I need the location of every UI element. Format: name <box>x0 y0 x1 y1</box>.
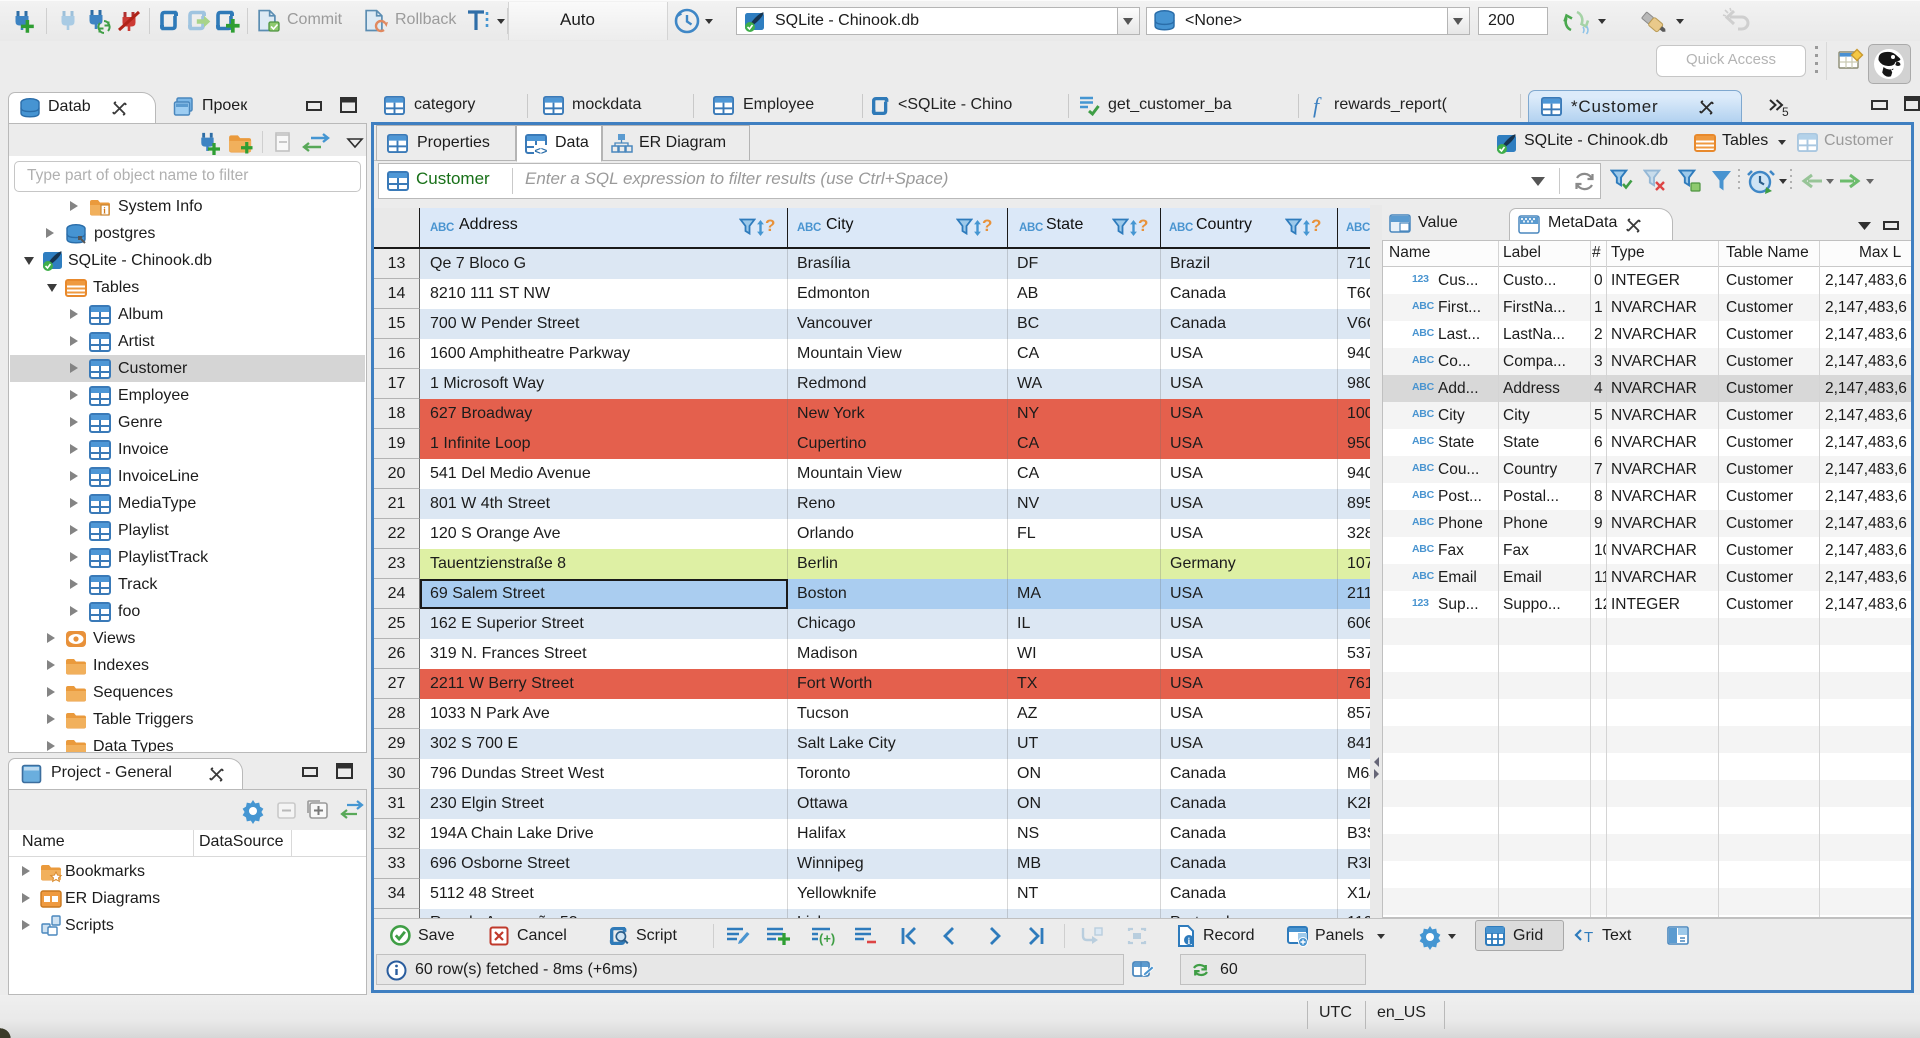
svg-text:(+): (+) <box>819 931 835 946</box>
svg-text:<>: <> <box>535 146 548 157</box>
svg-text:f: f <box>1313 94 1322 118</box>
svg-text:5: 5 <box>1782 105 1789 119</box>
svg-text:T: T <box>1584 929 1593 946</box>
